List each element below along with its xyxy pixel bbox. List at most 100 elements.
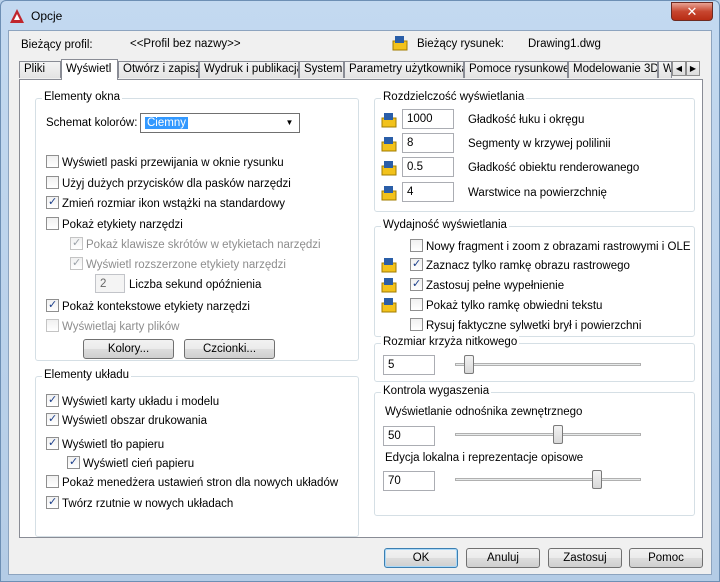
apply-button[interactable]: Zastosuj (548, 548, 622, 568)
tab-wydruk-i-publikacja[interactable]: Wydruk i publikacja (199, 61, 299, 78)
checkbox-layout-tabs[interactable]: Wyświetl karty układu i modelu (46, 393, 219, 410)
title-bar[interactable]: Opcje ✕ (1, 1, 719, 31)
checkbox-shortcut-keys[interactable]: Pokaż klawisze skrótów w etykietach narz… (70, 236, 321, 253)
tab-scroll-left-icon[interactable]: ◀ (672, 61, 686, 76)
tab-pliki[interactable]: Pliki (19, 61, 61, 78)
checkbox-box[interactable] (410, 318, 423, 331)
checkbox-box[interactable] (67, 455, 80, 469)
checkbox-large-buttons[interactable]: Użyj dużych przycisków dla pasków narzęd… (46, 176, 291, 192)
tab-scroll-right-icon[interactable]: ▶ (686, 61, 700, 76)
checkbox-scrollbars[interactable]: Wyświetl paski przewijania w oknie rysun… (46, 155, 284, 171)
checkbox-tooltips[interactable]: Pokaż etykiety narzędzi (46, 217, 183, 233)
checkbox-print-area[interactable]: Wyświetl obszar drukowania (46, 412, 207, 429)
checkbox-box[interactable] (410, 257, 423, 271)
tab-panel-wyswietl: Elementy okna Schemat kolorów: Ciemny ▼ … (19, 79, 703, 538)
tab-otworz-i-zapisz[interactable]: Otwórz i zapisz (118, 61, 199, 78)
checkbox-page-setup-manager[interactable]: Pokaż menedżera ustawień stron dla nowyc… (46, 475, 338, 491)
checkbox-box[interactable] (410, 277, 423, 291)
contour-lines-input[interactable]: 4 (402, 182, 454, 202)
checkbox-box[interactable] (46, 495, 59, 509)
checkbox-box[interactable] (46, 155, 59, 168)
performance-group: Wydajność wyświetlania Nowy fragment i z… (374, 219, 695, 337)
checkbox-raster-frame[interactable]: Zaznacz tylko ramkę obrazu rastrowego (410, 257, 630, 274)
checkbox-label: Pokaż tylko ramkę obwiedni tekstu (426, 300, 603, 312)
help-button[interactable]: Pomoc (629, 548, 703, 568)
profile-value: <<Profil bez nazwy>> (130, 38, 241, 50)
checkbox-label: Pokaż menedżera ustawień stron dla nowyc… (62, 477, 339, 489)
checkbox-box[interactable] (410, 298, 423, 311)
checkbox-box[interactable] (46, 436, 59, 450)
checkbox-file-tabs[interactable]: Wyświetlaj karty plików (46, 319, 179, 335)
checkbox-box[interactable] (46, 195, 59, 209)
ok-button[interactable]: OK (384, 548, 458, 568)
tab-parametry-uzytkownika[interactable]: Parametry użytkownika (344, 61, 464, 78)
window-elements-title: Elementy okna (42, 91, 123, 103)
checkbox-label: Pokaż klawisze skrótów w etykietach narz… (86, 239, 321, 251)
xref-fade-slider-thumb[interactable] (552, 425, 563, 444)
checkbox-box[interactable] (70, 236, 83, 250)
color-scheme-select[interactable]: Ciemny ▼ (140, 113, 300, 133)
chevron-down-icon: ▼ (285, 118, 294, 127)
crosshair-slider-track[interactable] (455, 363, 641, 366)
drawing-value: Drawing1.dwg (528, 38, 601, 50)
color-scheme-value: Ciemny (145, 117, 188, 129)
checkbox-box[interactable] (46, 176, 59, 189)
checkbox-paper-shadow[interactable]: Wyświetl cień papieru (67, 455, 194, 472)
tab-overflow[interactable]: W (658, 61, 672, 78)
checkbox-box[interactable] (70, 256, 83, 270)
profile-label: Bieżący profil: (21, 39, 93, 51)
colors-button[interactable]: Kolory... (83, 339, 174, 359)
tab-modelowanie-3d[interactable]: Modelowanie 3D (568, 61, 658, 78)
xref-fade-input[interactable]: 50 (383, 426, 435, 446)
inplace-edit-fade-slider-thumb[interactable] (591, 470, 602, 489)
arc-smoothness-input[interactable]: 1000 (402, 109, 454, 129)
fonts-button[interactable]: Czcionki... (184, 339, 275, 359)
window-title: Opcje (31, 9, 63, 23)
checkbox-label: Zmień rozmiar ikon wstążki na standardow… (62, 198, 286, 210)
checkbox-box[interactable] (46, 298, 59, 312)
checkbox-label: Wyświetl obszar drukowania (62, 415, 207, 427)
checkbox-box[interactable] (46, 393, 59, 407)
checkbox-box[interactable] (46, 319, 59, 332)
tab-pomoce-rysunkowe[interactable]: Pomoce rysunkowe (464, 61, 568, 78)
checkbox-paper-background[interactable]: Wyświetl tło papieru (46, 436, 165, 453)
tab-system[interactable]: System (299, 61, 344, 78)
checkbox-pan-zoom-raster[interactable]: Nowy fragment i zoom z obrazami rastrowy… (410, 239, 691, 255)
tooltip-delay-label: Liczba sekund opóźnienia (129, 279, 262, 291)
performance-title: Wydajność wyświetlania (381, 219, 509, 231)
inplace-edit-fade-slider-track[interactable] (455, 478, 641, 481)
xref-fade-label: Wyświetlanie odnośnika zewnętrznego (385, 406, 583, 418)
checkbox-solid-fill[interactable]: Zastosuj pełne wypełnienie (410, 277, 565, 294)
inplace-edit-fade-input[interactable]: 70 (383, 471, 435, 491)
checkbox-silhouettes[interactable]: Rysuj faktyczne sylwetki brył i powierzc… (410, 318, 641, 334)
checkbox-label: Wyświetl tło papieru (62, 439, 165, 451)
arc-smoothness-label: Gładkość łuku i okręgu (468, 114, 585, 126)
checkbox-label: Zastosuj pełne wypełnienie (426, 280, 565, 292)
checkbox-box[interactable] (410, 239, 423, 252)
xref-fade-slider-track[interactable] (455, 433, 641, 436)
polyline-segments-input[interactable]: 8 (402, 133, 454, 153)
polyline-segments-label: Segmenty w krzywej polilinii (468, 138, 611, 150)
tooltip-delay-input[interactable]: 2 (95, 274, 125, 293)
crosshair-title: Rozmiar krzyża nitkowego (381, 336, 520, 348)
checkbox-extended-tooltips[interactable]: Wyświetl rozszerzone etykiety narzędzi (70, 256, 286, 273)
dialog-client: Bieżący profil: <<Profil bez nazwy>> Bie… (8, 30, 712, 575)
checkbox-text-boundary[interactable]: Pokaż tylko ramkę obwiedni tekstu (410, 298, 602, 314)
crosshair-size-input[interactable]: 5 (383, 355, 435, 375)
resolution-title: Rozdzielczość wyświetlania (381, 91, 527, 103)
cancel-button[interactable]: Anuluj (466, 548, 540, 568)
window-elements-group: Elementy okna Schemat kolorów: Ciemny ▼ … (35, 91, 359, 361)
checkbox-box[interactable] (46, 412, 59, 426)
drawing-setting-icon (381, 161, 397, 176)
crosshair-slider-thumb[interactable] (463, 355, 474, 374)
close-button[interactable]: ✕ (671, 2, 713, 21)
checkbox-label: Nowy fragment i zoom z obrazami rastrowy… (426, 241, 691, 253)
checkbox-box[interactable] (46, 475, 59, 488)
checkbox-contextual-tooltips[interactable]: Pokaż kontekstowe etykiety narzędzi (46, 298, 250, 315)
render-smoothness-input[interactable]: 0.5 (402, 157, 454, 177)
autocad-app-icon (10, 9, 24, 23)
checkbox-create-viewports[interactable]: Twórz rzutnie w nowych układach (46, 495, 233, 512)
tab-wyswietl[interactable]: Wyświetl (61, 59, 118, 80)
checkbox-box[interactable] (46, 217, 59, 230)
checkbox-ribbon-icons[interactable]: Zmień rozmiar ikon wstążki na standardow… (46, 195, 286, 212)
